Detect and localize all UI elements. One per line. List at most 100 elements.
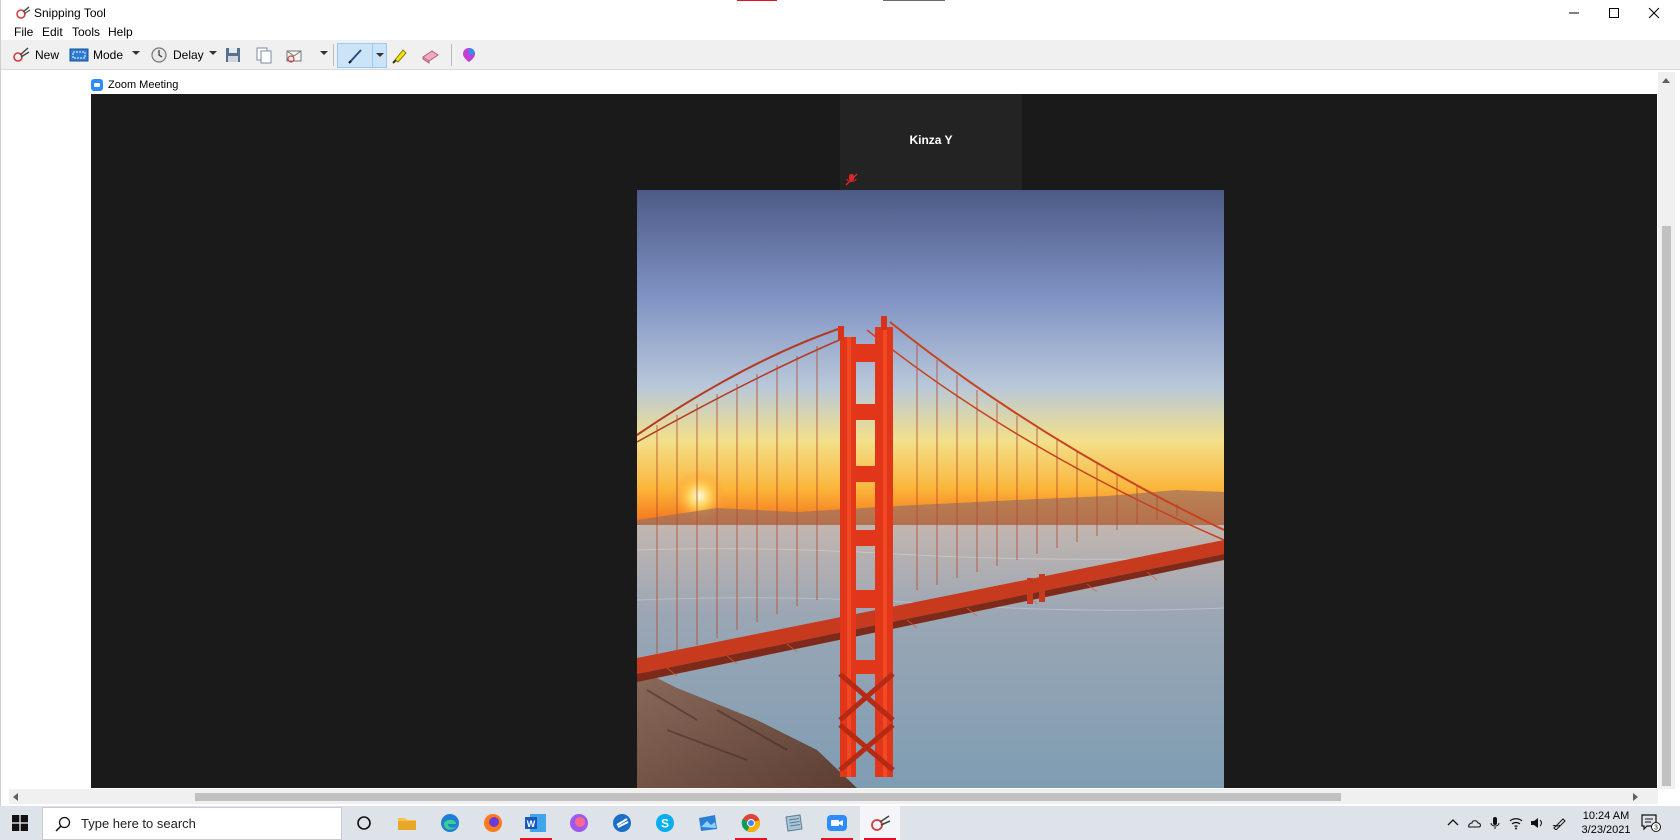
maximize-icon: [1609, 8, 1619, 18]
snipping-tool-window: Snipping Tool File Edit Tools Help New M…: [0, 0, 1680, 806]
new-snip-button[interactable]: New: [11, 43, 59, 67]
taskbar: Type here to search W S 10:24 AM 3/23/20…: [0, 806, 1680, 840]
scroll-left-arrow[interactable]: [13, 793, 18, 801]
eraser-button[interactable]: [420, 43, 440, 67]
photos-icon: [699, 815, 717, 831]
taskbar-file-explorer[interactable]: [387, 806, 427, 840]
shared-screen-image: [637, 190, 1224, 788]
svg-text:S: S: [661, 817, 669, 831]
taskbar-zoom[interactable]: [817, 806, 857, 840]
clock-icon: [151, 47, 167, 63]
action-center-button[interactable]: 3: [1641, 814, 1661, 832]
edge-beta-icon: [613, 814, 631, 832]
clock-time: 10:24 AM: [1582, 810, 1630, 822]
onedrive-icon[interactable]: [1467, 816, 1481, 830]
skype-icon: S: [656, 814, 674, 832]
send-dropdown-arrow[interactable]: [320, 51, 328, 55]
copy-icon: [256, 47, 272, 64]
delay-label: Delay: [173, 48, 204, 62]
taskbar-word[interactable]: W: [516, 806, 556, 840]
copy-button[interactable]: [254, 43, 274, 67]
zoom-icon: [91, 79, 103, 91]
eraser-icon: [422, 50, 439, 64]
toolbar: New Mode Delay: [1, 40, 1680, 70]
volume-icon[interactable]: [1530, 816, 1544, 830]
mode-button[interactable]: Mode: [69, 43, 123, 67]
participant-name: Kinza Y: [909, 133, 953, 147]
notification-count: 3: [1654, 825, 1658, 832]
taskbar-notepad[interactable]: [774, 806, 814, 840]
svg-text:W: W: [527, 819, 536, 829]
search-placeholder: Type here to search: [81, 816, 196, 831]
delay-dropdown-arrow[interactable]: [209, 51, 217, 55]
edge-icon: [441, 814, 459, 832]
mode-label: Mode: [93, 48, 124, 62]
cortana-icon: [357, 816, 371, 830]
scroll-right-arrow[interactable]: [1633, 793, 1638, 801]
notepad-icon: [785, 814, 803, 832]
word-icon: W: [525, 814, 546, 832]
firefox-icon: [484, 814, 502, 832]
send-snip-icon: [286, 50, 302, 63]
new-snip-icon: [13, 47, 30, 62]
file-explorer-icon: [398, 818, 416, 830]
delay-button[interactable]: Delay: [149, 43, 204, 67]
zoom-icon: [827, 815, 847, 831]
menu-tools[interactable]: Tools: [72, 25, 100, 39]
windows-logo-icon: [12, 815, 28, 831]
muted-mic-icon: [845, 173, 858, 186]
chrome-icon: [741, 814, 760, 832]
cortana-button[interactable]: [344, 806, 384, 840]
mode-dropdown-arrow[interactable]: [132, 51, 140, 55]
clock-date: 3/23/2021: [1581, 824, 1631, 836]
pen-tool-group[interactable]: [337, 43, 387, 68]
save-button[interactable]: [223, 43, 243, 67]
zoom-window-caption: Zoom Meeting: [91, 76, 178, 94]
horizontal-scroll-thumb[interactable]: [195, 793, 1341, 801]
pen-dropdown-arrow[interactable]: [376, 53, 384, 57]
highlighter-icon: [392, 49, 407, 64]
new-label: New: [35, 48, 60, 62]
participant-tile: Kinza Y: [840, 94, 1022, 190]
vertical-scroll-thumb[interactable]: [1662, 226, 1671, 786]
taskbar-photos[interactable]: [688, 806, 728, 840]
pen-icon: [348, 49, 362, 64]
taskbar-chrome[interactable]: [731, 806, 771, 840]
paint3d-button[interactable]: [459, 43, 479, 67]
menu-help[interactable]: Help: [108, 25, 133, 39]
taskbar-snipping-tool[interactable]: [860, 806, 900, 840]
horizontal-scrollbar[interactable]: [9, 789, 1658, 804]
taskbar-search-box[interactable]: Type here to search: [42, 807, 342, 840]
taskbar-edge-beta[interactable]: [602, 806, 642, 840]
taskbar-clock[interactable]: 10:24 AM 3/23/2021: [1575, 809, 1637, 837]
notification-icon: 3: [1641, 814, 1661, 832]
search-icon: [55, 816, 71, 832]
golden-gate-bridge-image: [637, 190, 1224, 788]
start-button[interactable]: [0, 806, 40, 840]
menu-edit[interactable]: Edit: [42, 25, 63, 39]
send-snip-button[interactable]: [285, 43, 305, 67]
vertical-scrollbar[interactable]: [1658, 72, 1675, 789]
taskbar-edge[interactable]: [430, 806, 470, 840]
firefox-nightly-icon: [570, 814, 588, 832]
menu-file[interactable]: File: [14, 25, 33, 39]
highlighter-button[interactable]: [390, 43, 410, 67]
zoom-window-title: Zoom Meeting: [108, 79, 179, 91]
taskbar-firefox[interactable]: [473, 806, 513, 840]
close-icon: [1648, 7, 1660, 19]
minimize-icon: [1569, 12, 1579, 14]
taskbar-skype[interactable]: S: [645, 806, 685, 840]
scroll-up-arrow[interactable]: [1662, 78, 1670, 83]
wifi-icon[interactable]: [1509, 816, 1523, 830]
paint3d-icon: [463, 48, 475, 62]
pen-workspace-icon[interactable]: [1552, 816, 1566, 830]
mode-icon: [69, 48, 89, 62]
menu-bar: File Edit Tools Help: [1, 22, 1680, 42]
window-title: Snipping Tool: [34, 6, 106, 20]
taskbar-firefox-nightly[interactable]: [559, 806, 599, 840]
snipping-tool-icon: [871, 815, 891, 831]
save-icon: [226, 48, 240, 62]
microphone-icon[interactable]: [1488, 816, 1502, 830]
snipping-tool-icon: [16, 6, 31, 19]
show-hidden-icons-chevron-icon[interactable]: [1446, 816, 1460, 830]
